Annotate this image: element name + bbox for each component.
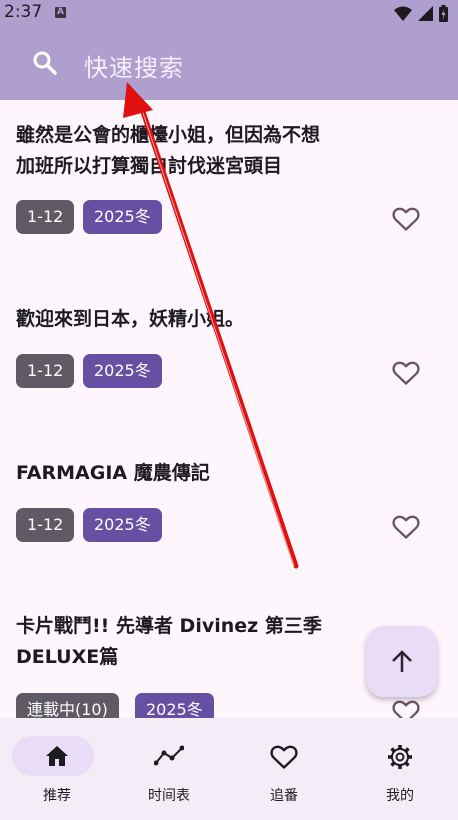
favorite-heart-icon[interactable] xyxy=(392,699,420,718)
battery-icon xyxy=(439,5,448,22)
arrow-up-icon xyxy=(391,649,412,672)
nav-item-schedule[interactable]: 时间表 xyxy=(112,718,226,820)
nav-label: 时间表 xyxy=(148,788,190,804)
nav-label: 追番 xyxy=(270,788,298,804)
signal-icon xyxy=(418,5,433,21)
episodes-badge: 連載中(10) xyxy=(16,693,119,718)
anime-title[interactable]: 卡片戰鬥!! 先導者 Divinez 第三季 DELUXE篇 xyxy=(16,611,346,673)
status-time: 2:37 xyxy=(4,2,43,22)
nav-label: 推荐 xyxy=(43,788,71,804)
season-badge: 2025冬 xyxy=(83,200,162,234)
season-badge: 2025冬 xyxy=(135,693,214,718)
home-icon xyxy=(46,746,68,766)
gear-icon xyxy=(388,745,412,769)
nav-item-follow[interactable]: 追番 xyxy=(227,718,341,820)
search-bar[interactable]: 快速搜索 xyxy=(0,26,458,100)
favorite-heart-icon[interactable] xyxy=(392,514,420,540)
list-item[interactable]: 歡迎來到日本，妖精小姐。 1-12 2025冬 xyxy=(0,250,458,404)
search-input[interactable]: 快速搜索 xyxy=(84,48,184,83)
favorite-heart-icon[interactable] xyxy=(392,360,420,386)
nav-item-mine[interactable]: 我的 xyxy=(343,718,457,820)
list-item[interactable]: 雖然是公會的櫃檯小姐，但因為不想加班所以打算獨自討伐迷宮頭目 1-12 2025… xyxy=(0,100,458,250)
season-badge: 2025冬 xyxy=(83,354,162,388)
anime-title[interactable]: FARMAGIA 魔農傳記 xyxy=(16,458,416,489)
list-item[interactable]: FARMAGIA 魔農傳記 1-12 2025冬 xyxy=(0,404,458,558)
heart-icon xyxy=(270,745,298,769)
wifi-icon xyxy=(394,6,412,21)
status-icons xyxy=(394,5,448,22)
status-bar: 2:37 A xyxy=(0,0,458,26)
favorite-heart-icon[interactable] xyxy=(392,206,420,232)
episodes-badge: 1-12 xyxy=(16,508,75,542)
search-icon[interactable] xyxy=(32,50,58,76)
nav-label: 我的 xyxy=(386,788,414,804)
season-badge: 2025冬 xyxy=(83,508,162,542)
episodes-badge: 1-12 xyxy=(16,200,75,234)
scroll-to-top-button[interactable] xyxy=(366,626,437,697)
anime-title[interactable]: 雖然是公會的櫃檯小姐，但因為不想加班所以打算獨自討伐迷宮頭目 xyxy=(16,120,336,182)
episodes-badge: 1-12 xyxy=(16,354,75,388)
notification-a-icon: A xyxy=(55,7,66,18)
anime-title[interactable]: 歡迎來到日本，妖精小姐。 xyxy=(16,304,416,335)
bottom-navigation: 推荐 时间表 追番 我的 xyxy=(0,718,458,820)
timeline-icon xyxy=(154,745,184,766)
nav-item-recommend[interactable]: 推荐 xyxy=(0,718,114,820)
